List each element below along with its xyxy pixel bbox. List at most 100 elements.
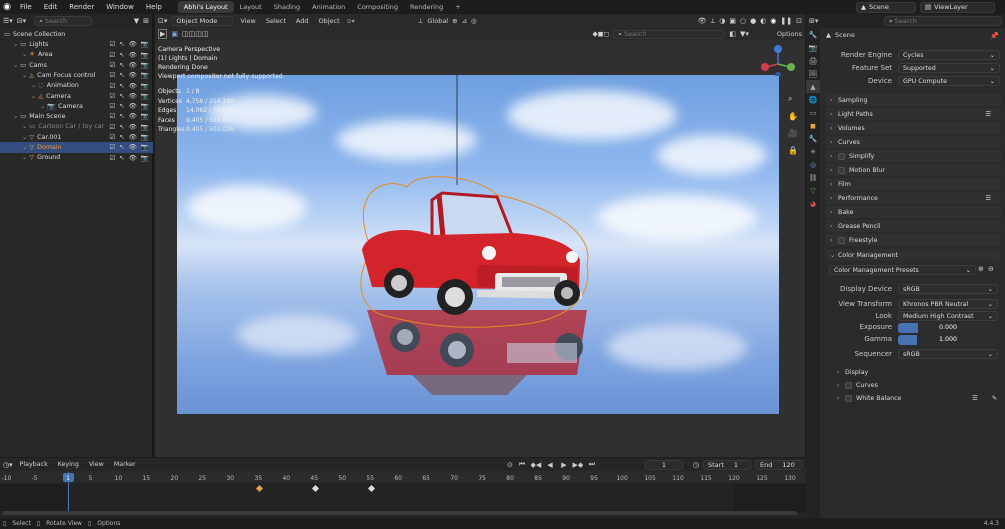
properties-section[interactable]: › Film	[826, 178, 1001, 190]
play-reverse-icon[interactable]: ◀	[545, 460, 555, 470]
camera-render-icon[interactable]: 📷	[141, 133, 149, 141]
options-menu[interactable]: Options	[777, 30, 802, 38]
outliner-row[interactable]: ⌄ ▭ Lights ☑ ↖ 👁 📷	[0, 39, 153, 50]
eye-icon[interactable]: 👁	[129, 112, 137, 120]
prev-keyframe-icon[interactable]: ◆◀	[531, 460, 542, 470]
properties-search-input[interactable]: ⌕ Search	[884, 16, 1002, 26]
section-checkbox[interactable]	[838, 166, 845, 174]
selectable-icon[interactable]: ↖	[119, 40, 124, 48]
view-layer-selector[interactable]: ▤ ViewLayer	[920, 1, 995, 13]
exclude-checkbox-icon[interactable]: ☑	[109, 51, 115, 59]
selectable-icon[interactable]: ↖	[119, 71, 124, 79]
outliner-row[interactable]: ⌄ ▭ Main Scene ☑ ↖ 👁 📷	[0, 111, 153, 122]
filter-icon[interactable]: ▼	[134, 17, 139, 25]
feature-set-dropdown[interactable]: Supported ⌄	[898, 63, 1000, 73]
exclude-checkbox-icon[interactable]: ☑	[109, 123, 115, 131]
expand-toggle-icon[interactable]: ⌄	[22, 134, 27, 141]
add-preset-icon[interactable]: ⊕	[978, 265, 984, 273]
look-dropdown[interactable]: Medium High Contrast ⌄	[898, 311, 998, 321]
shading-material-icon[interactable]: ◐	[760, 17, 766, 25]
camera-render-icon[interactable]: 📷	[141, 92, 149, 100]
jump-start-icon[interactable]: ⏮	[517, 460, 527, 470]
exclude-checkbox-icon[interactable]: ☑	[109, 133, 115, 141]
expand-toggle-icon[interactable]: ⌄	[22, 123, 27, 130]
eye-icon[interactable]: 👁	[129, 133, 137, 141]
editor-type-icon[interactable]: ☰▾	[3, 17, 13, 25]
filter-dropdown-icon[interactable]: ⊟▾	[17, 17, 26, 25]
properties-section[interactable]: › Sampling	[826, 94, 1001, 106]
exclude-checkbox-icon[interactable]: ☑	[109, 40, 115, 48]
outliner-row[interactable]: ⌄ 📷 Camera ☑ ↖ 👁 📷	[0, 101, 153, 112]
properties-section[interactable]: › Performance ☰	[826, 192, 1001, 204]
physics-tab-icon[interactable]: ◎	[806, 158, 820, 171]
play-forward-icon[interactable]: ▶	[559, 460, 569, 470]
properties-editor-icon[interactable]: ⊞▾	[809, 17, 818, 25]
workspace-tab-abhis-layout[interactable]: Abhi's Layout	[177, 1, 234, 13]
keying-menu[interactable]: Keying	[55, 461, 82, 468]
new-collection-icon[interactable]: ⊞	[143, 17, 149, 25]
camera-render-icon[interactable]: 📷	[141, 102, 149, 110]
camera-view-icon[interactable]: 🎥	[788, 129, 798, 138]
outliner-row[interactable]: ▭ Scene Collection	[0, 29, 153, 40]
selectable-icon[interactable]: ↖	[119, 133, 124, 141]
eye-icon[interactable]: 👁	[129, 61, 137, 69]
end-frame-field[interactable]: End 120	[755, 459, 803, 470]
exclude-checkbox-icon[interactable]: ☑	[109, 154, 115, 162]
object-types-filter-icon[interactable]: ◆◼◻	[592, 30, 609, 38]
eye-icon[interactable]: 👁	[129, 102, 137, 110]
add-workspace-icon[interactable]: +	[449, 1, 466, 13]
record-icon[interactable]: ⊙	[507, 461, 513, 469]
shading-rendered-icon[interactable]: ◉	[770, 17, 776, 25]
expand-toggle-icon[interactable]: ⌄	[31, 93, 36, 100]
selectable-icon[interactable]: ↖	[119, 143, 124, 151]
workspace-tab-layout[interactable]: Layout	[234, 1, 268, 13]
camera-render-icon[interactable]: 📷	[141, 143, 149, 151]
expand-toggle-icon[interactable]: ⌄	[22, 144, 27, 151]
start-frame-field[interactable]: Start 1	[703, 459, 751, 470]
scene-selector[interactable]: ▲ Scene	[856, 1, 916, 13]
workspace-tab-compositing[interactable]: Compositing	[351, 1, 404, 13]
selectable-icon[interactable]: ↖	[119, 82, 124, 90]
object-mode-dropdown-icon[interactable]: ⊙▾	[347, 18, 355, 25]
properties-section[interactable]: › Volumes	[826, 122, 1001, 134]
expand-toggle-icon[interactable]: ⌄	[40, 103, 45, 110]
eye-icon[interactable]: 👁	[129, 51, 137, 59]
modifier-tab-icon[interactable]: 🔧	[806, 132, 820, 145]
camera-render-icon[interactable]: 📷	[141, 71, 149, 79]
expand-toggle-icon[interactable]: ⌄	[13, 41, 18, 48]
orientation-selector[interactable]: Global	[427, 17, 448, 25]
viewport-menu-select[interactable]: Select	[263, 17, 289, 25]
section-checkbox[interactable]	[838, 152, 845, 160]
playback-menu[interactable]: Playback	[17, 461, 51, 468]
section-checkbox[interactable]	[838, 236, 845, 244]
expand-toggle-icon[interactable]: ⌄	[13, 62, 18, 69]
camera-render-icon[interactable]: 📷	[141, 51, 149, 59]
pause-render-icon[interactable]: ❚❚	[780, 17, 792, 25]
list-icon[interactable]: ☰	[985, 111, 991, 118]
xray-icon[interactable]: ▣	[729, 17, 736, 25]
outliner-row[interactable]: ⌄ ▽ Car.001 ☑ ↖ 👁 📷	[0, 132, 153, 143]
viewport-search-input[interactable]: ⌕ Search	[613, 29, 726, 39]
gizmo-icon[interactable]: ⟂	[711, 17, 716, 26]
navigation-gizmo[interactable]	[758, 44, 798, 78]
sequencer-dropdown[interactable]: sRGB ⌄	[898, 349, 998, 359]
select-modes-icon[interactable]: ◫◫◫◫	[182, 30, 208, 38]
next-keyframe-icon[interactable]: ▶◆	[573, 460, 584, 470]
menu-edit[interactable]: Edit	[38, 3, 64, 11]
camera-render-icon[interactable]: 📷	[141, 123, 149, 131]
expand-toggle-icon[interactable]: ⌄	[22, 154, 27, 161]
eye-icon[interactable]: 👁	[129, 82, 137, 90]
white-balance-checkbox[interactable]	[845, 394, 852, 402]
camera-render-icon[interactable]: 📷	[141, 40, 149, 48]
view-menu[interactable]: View	[86, 461, 107, 468]
outliner-row[interactable]: ⌄ ☀ Area ☑ ↖ 👁 📷	[0, 50, 153, 61]
eyedropper-icon[interactable]: ✎	[992, 395, 997, 402]
jump-end-icon[interactable]: ⏭	[587, 460, 597, 470]
shading-solid-icon[interactable]: ●	[750, 17, 756, 25]
outliner-row[interactable]: ⌄ ▽ Domain ☑ ↖ 👁 📷	[0, 142, 153, 153]
outliner-row[interactable]: ⌄ ▭ Cams ☑ ↖ 👁 📷	[0, 60, 153, 71]
render-tab-icon[interactable]: 📷	[806, 41, 820, 54]
scene-tab-icon[interactable]: ▲	[806, 80, 820, 93]
properties-section[interactable]: › Grease Pencil	[826, 220, 1001, 232]
viewport-menu-add[interactable]: Add	[293, 17, 312, 25]
